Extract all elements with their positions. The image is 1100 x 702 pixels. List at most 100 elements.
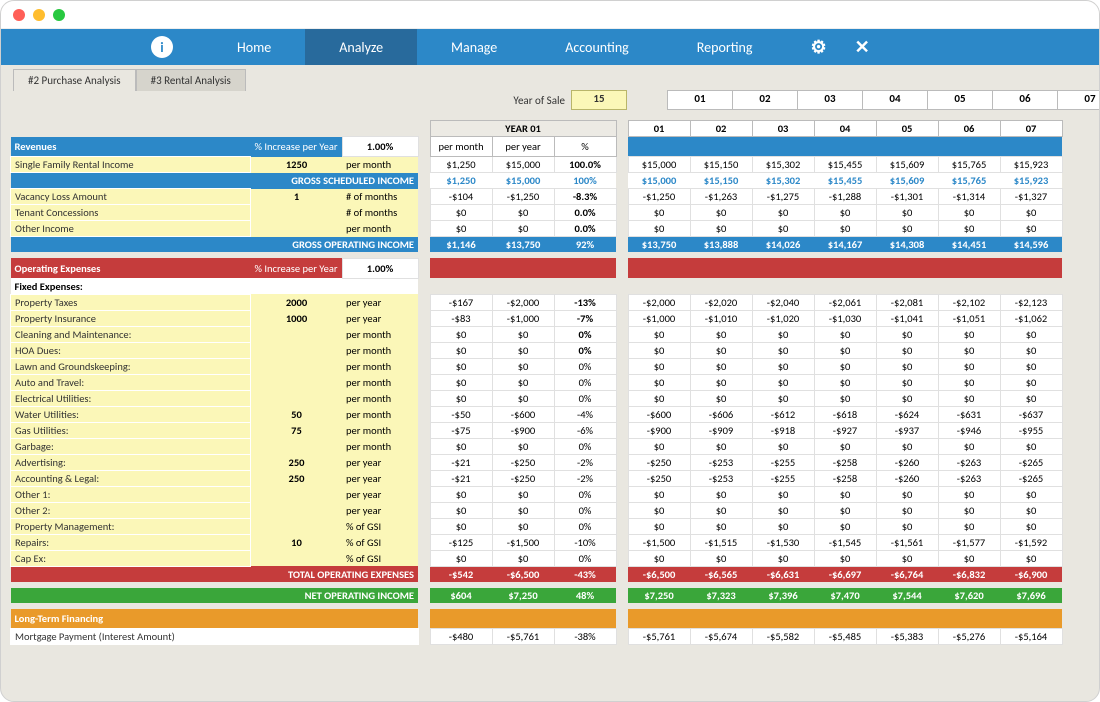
cell: $0 — [814, 486, 876, 502]
cell: $0 — [430, 438, 492, 454]
cell: $0 — [690, 518, 752, 534]
col-year: 04 — [814, 121, 876, 137]
cell: -$21 — [430, 470, 492, 486]
nav-manage[interactable]: Manage — [417, 29, 531, 65]
row-label: Electrical Utilities: — [11, 390, 251, 406]
input-cell[interactable] — [251, 358, 343, 374]
cell: $0 — [814, 438, 876, 454]
cell: $0 — [628, 326, 690, 342]
cell: -$250 — [628, 470, 690, 486]
input-cell[interactable]: 10 — [251, 534, 343, 550]
input-cell[interactable]: 75 — [251, 422, 343, 438]
unit: per year — [342, 454, 418, 470]
cell: $7,470 — [814, 588, 876, 603]
year-col: 01 — [667, 90, 733, 110]
cell: -$600 — [628, 406, 690, 422]
cell: $0 — [430, 358, 492, 374]
cell: $15,302 — [752, 157, 814, 173]
cell: $0 — [628, 342, 690, 358]
cell: -$1,020 — [752, 310, 814, 326]
cell: $13,750 — [628, 237, 690, 253]
input-cell[interactable]: 50 — [251, 406, 343, 422]
min-dot[interactable] — [33, 9, 45, 21]
unit: per year — [342, 294, 418, 310]
info-icon[interactable]: i — [151, 36, 173, 58]
cell: $0 — [492, 390, 554, 406]
cell: $14,451 — [938, 237, 1000, 253]
cell: $0 — [690, 374, 752, 390]
input-cell[interactable]: 2000 — [251, 294, 343, 310]
cell: -$5,674 — [690, 629, 752, 645]
nav-reporting[interactable]: Reporting — [663, 29, 787, 65]
nav-analyze[interactable]: Analyze — [305, 29, 417, 65]
cell: $0 — [876, 358, 938, 374]
cell: -13% — [554, 294, 616, 310]
nav-accounting[interactable]: Accounting — [531, 29, 663, 65]
cell: -$265 — [1000, 454, 1062, 470]
input-cell[interactable] — [251, 390, 343, 406]
input-cell[interactable] — [251, 221, 343, 237]
input-cell[interactable] — [251, 342, 343, 358]
cell: -$1,030 — [814, 310, 876, 326]
row-label: Mortgage Payment (Interest Amount) — [11, 629, 419, 645]
subtab-purchase[interactable]: #2 Purchase Analysis — [13, 69, 136, 91]
close-dot[interactable] — [13, 9, 25, 21]
input-cell[interactable]: 1000 — [251, 310, 343, 326]
input-cell[interactable] — [251, 205, 343, 221]
input-cell[interactable] — [251, 502, 343, 518]
cell: -$1,500 — [492, 534, 554, 550]
input-cell[interactable] — [251, 326, 343, 342]
nav-home[interactable]: Home — [203, 29, 305, 65]
close-icon[interactable]: ✕ — [855, 36, 870, 58]
noi-label: NET OPERATING INCOME — [11, 588, 419, 603]
cell: $0 — [628, 390, 690, 406]
cell: $15,000 — [628, 173, 690, 189]
cell: $0 — [938, 550, 1000, 566]
subtab-rental[interactable]: #3 Rental Analysis — [136, 69, 246, 91]
input-cell[interactable]: 250 — [251, 454, 343, 470]
cell: -2% — [554, 454, 616, 470]
input-cell[interactable] — [251, 438, 343, 454]
input-cell[interactable] — [251, 374, 343, 390]
col-year: 01 — [628, 121, 690, 137]
cell: $7,250 — [492, 588, 554, 603]
row-label: Gas Utilities: — [11, 422, 251, 438]
cell: 0% — [554, 342, 616, 358]
cell: -$5,761 — [628, 629, 690, 645]
unit: per month — [342, 326, 418, 342]
input-cell[interactable] — [251, 518, 343, 534]
cell: $15,765 — [938, 173, 1000, 189]
cell: $0 — [814, 342, 876, 358]
input-cell[interactable]: 1 — [251, 189, 343, 205]
cell: $0 — [430, 205, 492, 221]
input-cell[interactable] — [251, 550, 343, 566]
year-col: 06 — [992, 90, 1058, 110]
cell: $0 — [1000, 374, 1062, 390]
rev-pct[interactable]: 1.00% — [342, 137, 418, 157]
cell: $15,302 — [752, 173, 814, 189]
input-cell[interactable] — [251, 486, 343, 502]
cell: $7,696 — [1000, 588, 1062, 603]
cell: -8.3% — [554, 189, 616, 205]
cell: $0 — [1000, 438, 1062, 454]
cell: $0 — [938, 221, 1000, 237]
year-of-sale-input[interactable]: 15 — [571, 90, 627, 110]
opex-pct[interactable]: 1.00% — [342, 258, 418, 278]
cell: -$1,561 — [876, 534, 938, 550]
row-label: Auto and Travel: — [11, 374, 251, 390]
cell: $0 — [814, 518, 876, 534]
cell: -$265 — [1000, 470, 1062, 486]
max-dot[interactable] — [53, 9, 65, 21]
input-cell[interactable]: 1250 — [251, 157, 343, 173]
cell: $15,455 — [814, 157, 876, 173]
cell: $0 — [430, 486, 492, 502]
cell: $0 — [938, 518, 1000, 534]
goi-label: GROSS OPERATING INCOME — [11, 237, 419, 253]
col-year: 02 — [690, 121, 752, 137]
gear-icon[interactable]: ⚙ — [810, 36, 826, 58]
cell: -$542 — [430, 566, 492, 582]
input-cell[interactable]: 250 — [251, 470, 343, 486]
cell: $0 — [690, 205, 752, 221]
cell: $0 — [1000, 390, 1062, 406]
cell: 0% — [554, 358, 616, 374]
